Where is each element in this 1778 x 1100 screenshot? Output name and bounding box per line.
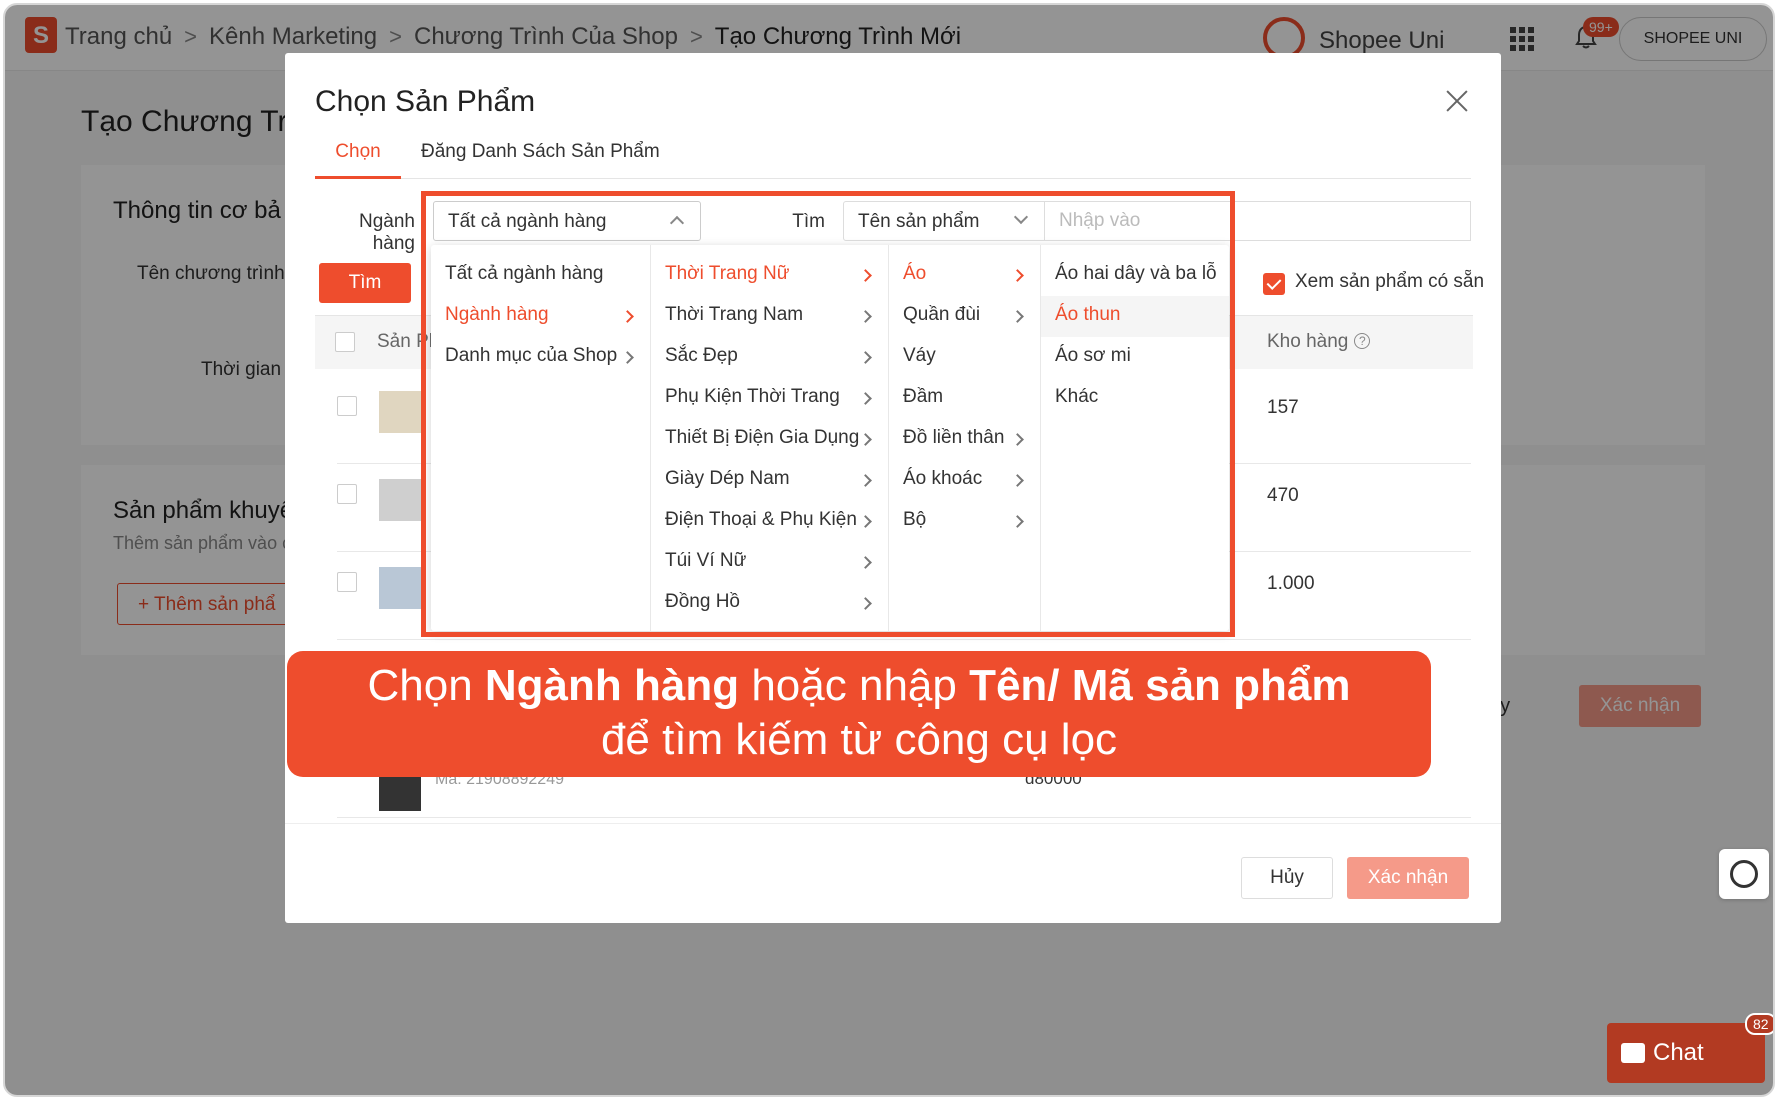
product-thumbnail: [379, 391, 421, 433]
instruction-callout: Chọn Ngành hàng hoặc nhập Tên/ Mã sản ph…: [287, 651, 1431, 777]
row-stock: 1.000: [1267, 573, 1315, 594]
callout-line-1: Chọn Ngành hàng hoặc nhập Tên/ Mã sản ph…: [287, 659, 1431, 713]
available-only-label: Xem sản phẩm có sẵn: [1295, 271, 1485, 292]
industry-label-line2: hàng: [372, 233, 415, 254]
row-divider: [337, 639, 1471, 640]
chat-bubble-icon: [1621, 1043, 1645, 1063]
available-only-checkbox[interactable]: [1263, 273, 1285, 295]
cancel-button[interactable]: Hủy: [1241, 857, 1333, 899]
callout-emphasis: Tên/ Mã sản phẩm: [969, 661, 1351, 710]
highlight-box: [421, 191, 1235, 637]
chat-label: Chat: [1653, 1039, 1704, 1066]
search-button[interactable]: Tìm: [319, 263, 411, 303]
select-all-checkbox[interactable]: [335, 332, 355, 352]
callout-line-2: để tìm kiếm từ công cụ lọc: [600, 715, 1118, 764]
modal-tabs: Chọn Đăng Danh Sách Sản Phẩm: [315, 137, 1471, 179]
row-checkbox[interactable]: [337, 396, 357, 416]
header-stock-label: Kho hàng: [1267, 331, 1349, 352]
modal-footer-divider: [285, 823, 1501, 824]
row-checkbox[interactable]: [337, 484, 357, 504]
modal-title: Chọn Sản Phẩm: [315, 85, 536, 118]
chat-button[interactable]: Chat: [1607, 1023, 1765, 1083]
product-thumbnail: [379, 479, 421, 521]
callout-text: Chọn: [367, 661, 485, 710]
row-divider: [337, 817, 1471, 818]
chat-badge: 82: [1745, 1013, 1773, 1035]
product-thumbnail: [379, 567, 421, 609]
row-checkbox[interactable]: [337, 572, 357, 592]
row-stock: 470: [1267, 485, 1299, 506]
tab-select[interactable]: Chọn: [315, 137, 401, 179]
row-stock: 157: [1267, 397, 1299, 418]
support-icon[interactable]: [1719, 849, 1769, 899]
header-stock: Kho hàng?: [1267, 331, 1371, 353]
tab-upload-list[interactable]: Đăng Danh Sách Sản Phẩm: [421, 137, 660, 179]
app-frame: S Trang chủ > Kênh Marketing > Chương Trình …: [3, 3, 1775, 1097]
close-icon[interactable]: [1443, 87, 1471, 115]
callout-text: hoặc nhập: [739, 661, 970, 710]
industry-label: Ngành hàng: [315, 211, 415, 255]
help-icon[interactable]: ?: [1354, 333, 1371, 349]
confirm-button[interactable]: Xác nhận: [1347, 857, 1469, 899]
industry-label-line1: Ngành: [359, 211, 415, 232]
callout-emphasis: Ngành hàng: [484, 661, 740, 710]
